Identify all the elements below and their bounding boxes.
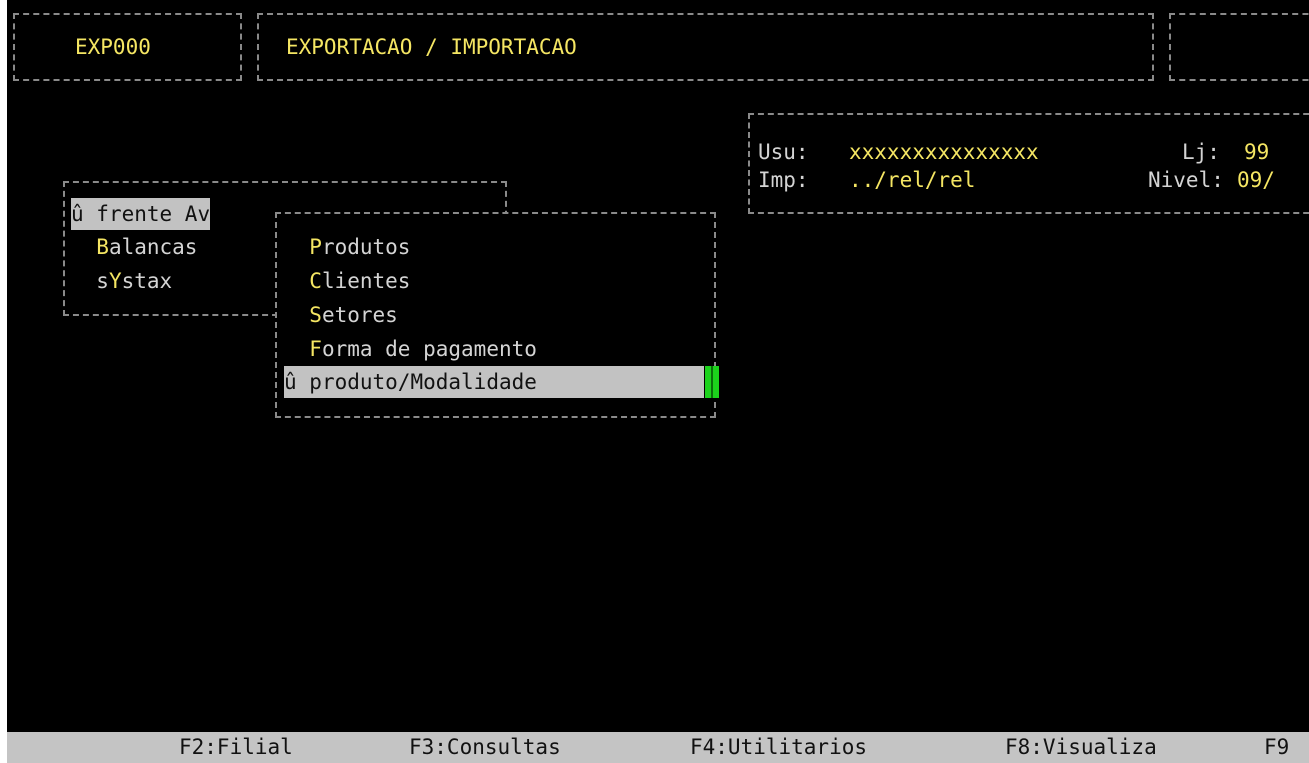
terminal-screen: EXP000 EXPORTACAO / IMPORTACAO Usu: xxxx… [7,0,1309,763]
main-menu-item-balancas[interactable]: Balancas [71,230,197,264]
submenu-item-clientes[interactable]: Clientes [284,264,410,298]
submenu-item-forma-pagamento[interactable]: Forma de pagamento [284,332,537,366]
f2-filial-key[interactable]: F2:Filial [179,730,293,763]
info-panel: Usu: xxxxxxxxxxxxxxx Lj: 99 Imp: ../rel/… [748,113,1309,214]
f4-utilitarios-key[interactable]: F4:Utilitarios [690,730,867,763]
main-menu-item-frente[interactable]: û frente Av [71,198,211,230]
submenu-item-setores[interactable]: Setores [284,298,398,332]
f9-key[interactable]: F9 [1264,730,1289,763]
level-label: Nivel: [1148,168,1224,192]
f8-visualiza-key[interactable]: F8:Visualiza [1005,730,1157,763]
function-key-bar: F2:Filial F3:Consultas F4:Utilitarios F8… [7,732,1309,763]
level-value: 09/ [1237,168,1275,192]
submenu-item-produto-modalidade[interactable]: û produto/Modalidade [284,366,704,398]
program-code: EXP000 [75,35,151,59]
printer-label: Imp: [758,168,809,192]
main-menu-item-systax[interactable]: sYstax [71,264,172,298]
program-code-box: EXP000 [13,13,242,81]
header-extra-box [1169,13,1309,81]
program-title: EXPORTACAO / IMPORTACAO [286,35,577,59]
program-title-box: EXPORTACAO / IMPORTACAO [257,13,1154,81]
text-cursor [705,366,719,398]
submenu-item-produtos[interactable]: Produtos [284,230,410,264]
f3-consultas-key[interactable]: F3:Consultas [409,730,561,763]
printer-value: ../rel/rel [849,168,976,192]
